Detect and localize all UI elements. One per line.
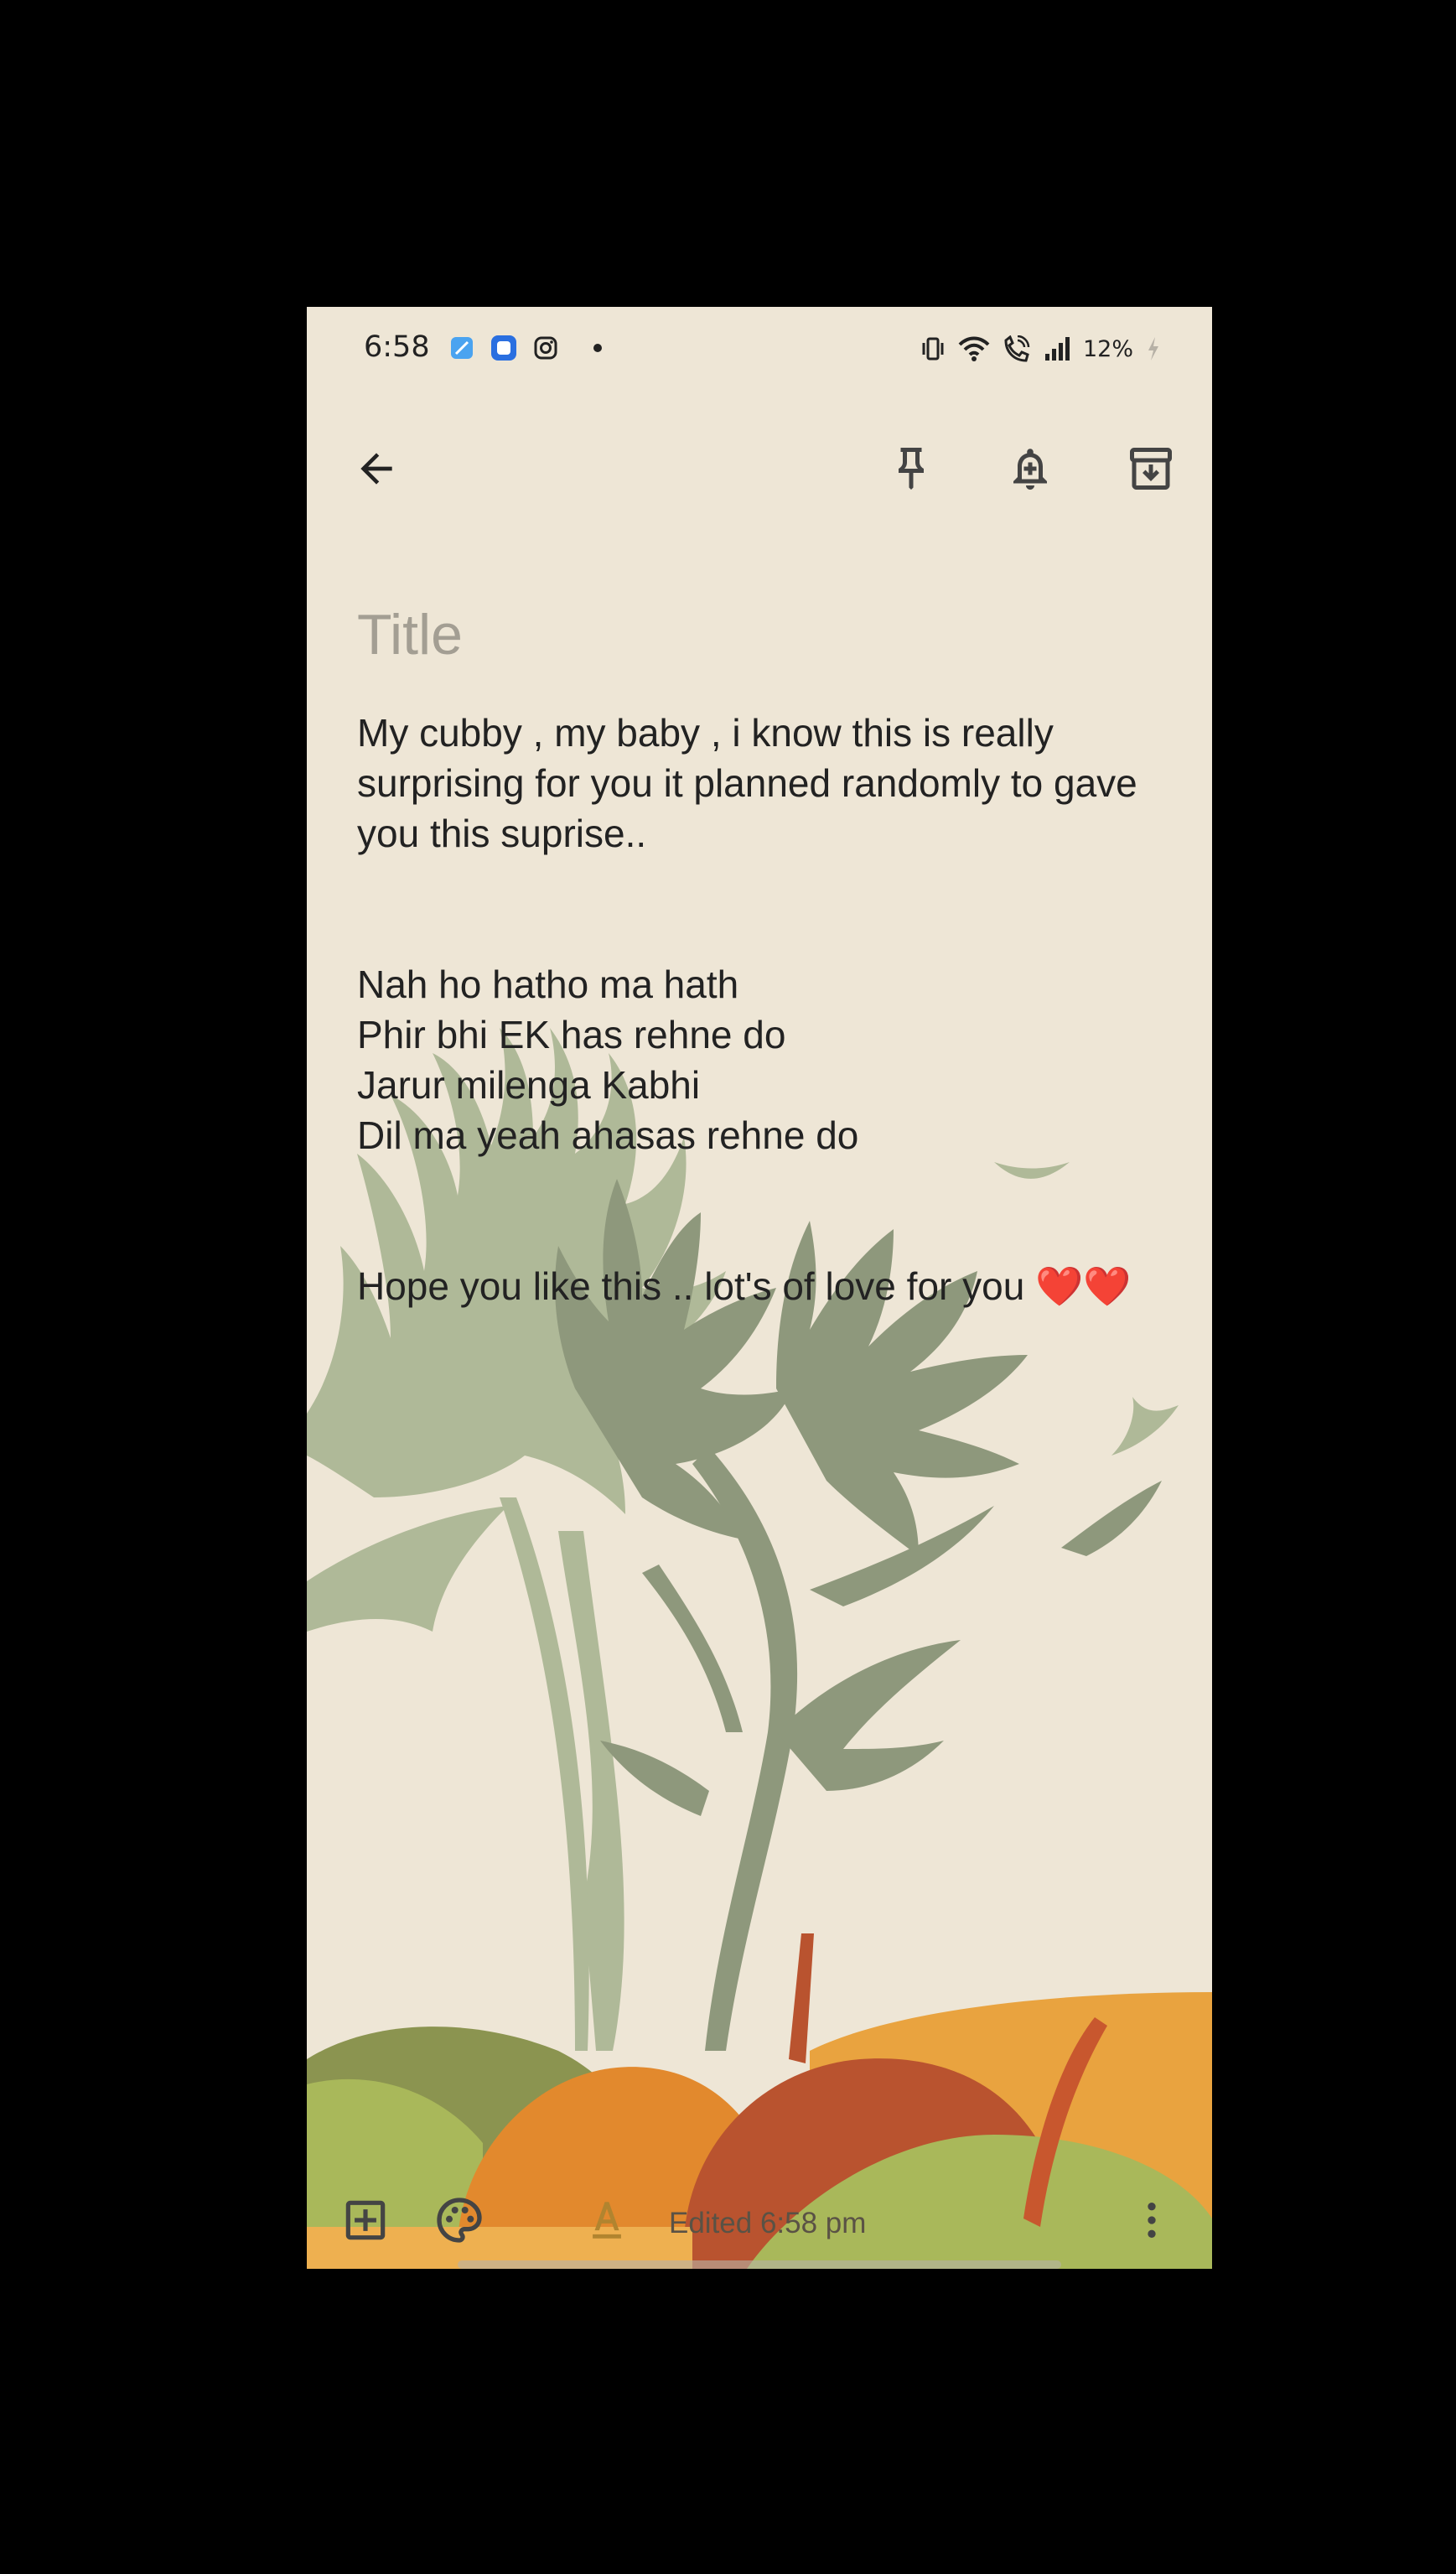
pin-icon [899, 448, 924, 490]
note-line: Phir bhi EK has rehne do [357, 1013, 786, 1056]
signal-icon [1044, 337, 1070, 361]
hearts-emoji: ❤️❤️ [1035, 1264, 1132, 1308]
add-button[interactable] [332, 2187, 399, 2254]
note-line: you this suprise.. [357, 812, 647, 855]
edited-timestamp: Edited 6:58 pm [669, 2207, 867, 2239]
note-line [357, 859, 1204, 909]
archive-icon [1130, 448, 1172, 490]
battery-charging-icon [1148, 337, 1158, 361]
archive-button[interactable] [1113, 431, 1189, 506]
note-line: Hope you like this .. lot's of love for … [357, 1261, 1204, 1311]
note-title-input[interactable]: Title [357, 602, 463, 667]
messages-notification-icon [491, 335, 516, 361]
more-dot-icon [593, 344, 602, 352]
vibrate-icon [922, 337, 944, 361]
instagram-notification-icon [534, 336, 557, 360]
bottom-bar: Edited 6:58 pm [307, 2168, 1212, 2269]
color-palette-button[interactable] [426, 2187, 493, 2254]
add-box-icon [345, 2200, 386, 2240]
note-line [357, 909, 1204, 959]
note-line [357, 1211, 1204, 1261]
palette-icon [437, 2198, 482, 2243]
text-format-button[interactable] [573, 2187, 640, 2254]
back-button[interactable] [339, 431, 414, 506]
phone-screen: 6:58 12% Title My cubby , my baby , i kn… [307, 307, 1212, 2269]
more-vert-icon [1148, 2203, 1156, 2238]
status-bar: 6:58 12% [307, 307, 1212, 391]
note-line: Jarur milenga Kabhi [357, 1063, 701, 1107]
note-line: surprising for you it planned randomly t… [357, 761, 1137, 805]
pin-button[interactable] [873, 431, 949, 506]
gesture-navigation-bar[interactable] [458, 2260, 1061, 2269]
arrow-back-icon [360, 453, 392, 485]
reminder-button[interactable] [992, 431, 1068, 506]
app-notification-icon [451, 337, 473, 359]
note-body-input[interactable]: My cubby , my baby , i know this is real… [357, 708, 1204, 1311]
note-line [357, 1160, 1204, 1211]
note-line: Nah ho hatho ma hath [357, 963, 739, 1006]
status-time: 6:58 [364, 330, 430, 364]
more-options-button[interactable] [1118, 2187, 1185, 2254]
bell-plus-icon [1013, 449, 1047, 490]
note-line: Dil ma yeah ahasas rehne do [357, 1113, 859, 1157]
note-line: My cubby , my baby , i know this is real… [357, 711, 1054, 755]
note-line-text: Hope you like this .. lot's of love for … [357, 1264, 1036, 1308]
wifi-icon [958, 336, 990, 361]
wifi-calling-icon [1004, 335, 1030, 362]
battery-percentage: 12% [1082, 335, 1133, 362]
text-format-icon [593, 2202, 621, 2239]
